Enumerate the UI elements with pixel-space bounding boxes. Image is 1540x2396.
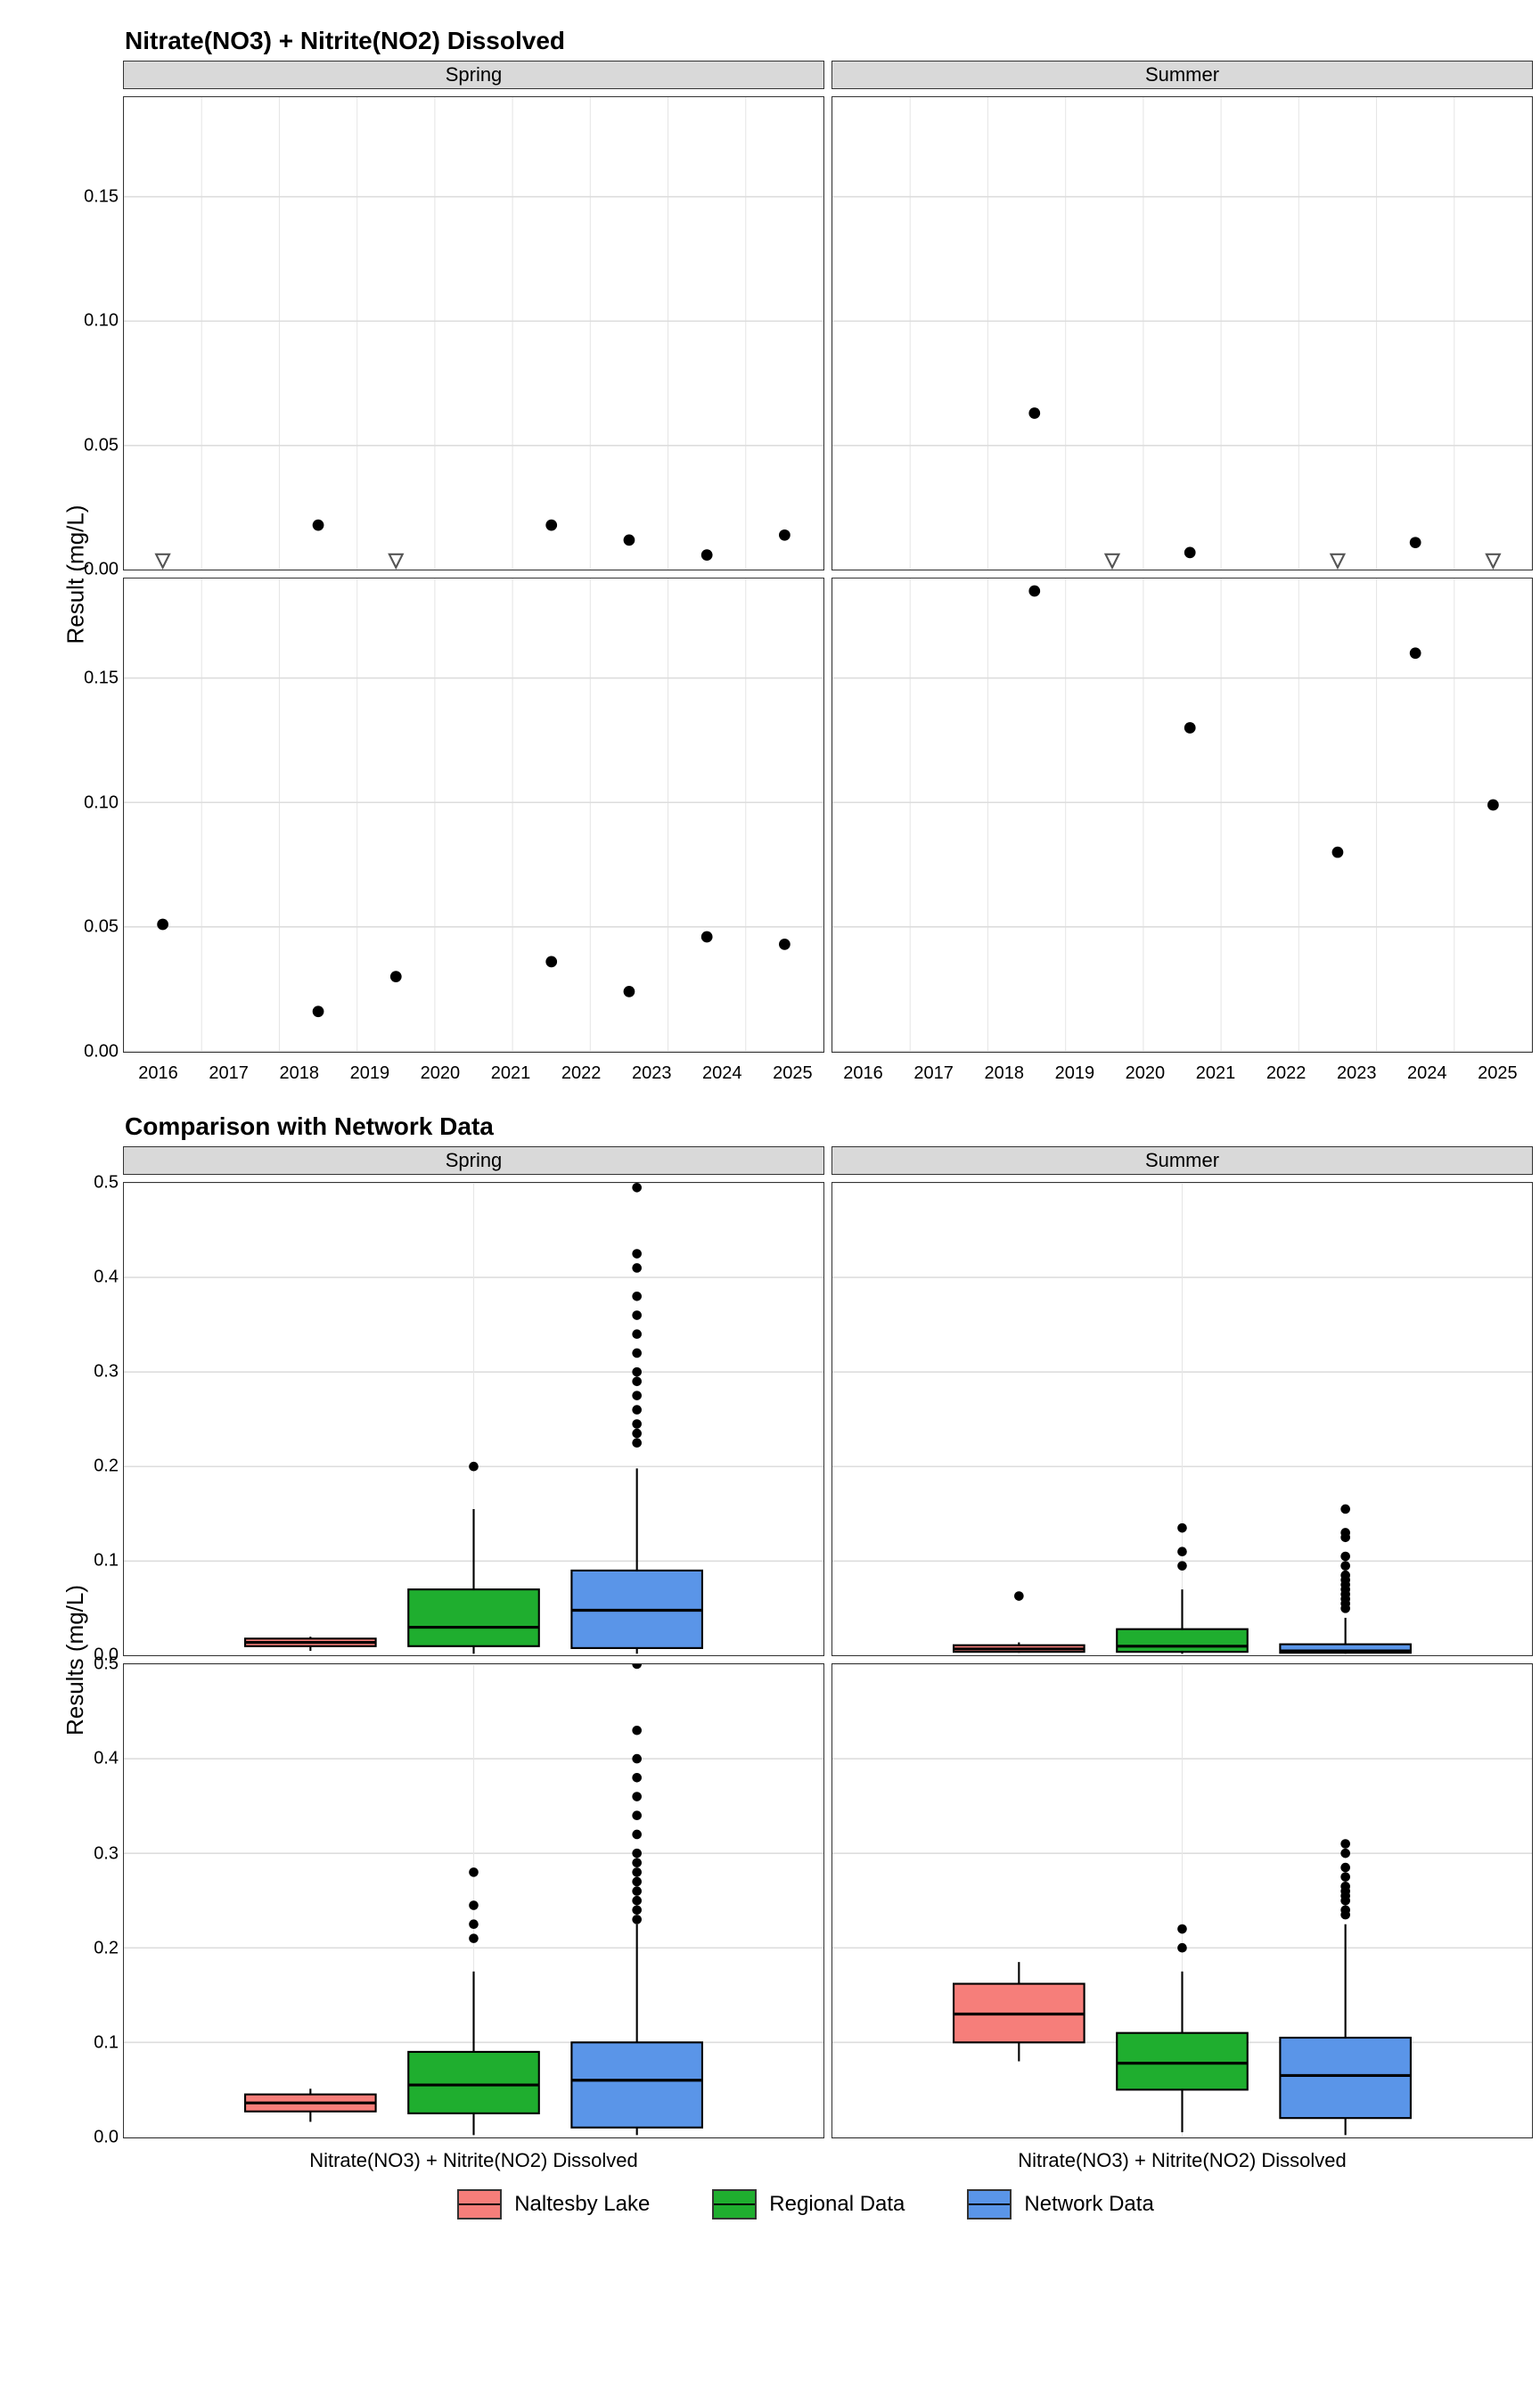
- bp-panel-spring-hypo: 0.00.10.20.30.40.5: [123, 1663, 824, 2138]
- legend-item-naltesby: Naltesby Lake: [457, 2189, 650, 2220]
- legend-item-network: Network Data: [967, 2189, 1153, 2220]
- legend-label-regional: Regional Data: [769, 2192, 905, 2217]
- panel-spring-hypo: 0.000.050.100.15: [123, 578, 824, 1052]
- scatter-grid: Result (mg/L) Spring Summer 0.000.050.10…: [36, 61, 1540, 1068]
- legend: Naltesby Lake Regional Data Network Data: [36, 2189, 1540, 2220]
- panel-spring-epi: 0.000.050.100.15: [123, 96, 824, 570]
- bp-facet-col-summer: Summer: [831, 1146, 1533, 1175]
- bp-facet-col-spring: Spring: [123, 1146, 824, 1175]
- legend-swatch-regional: [712, 2189, 757, 2220]
- legend-label-naltesby: Naltesby Lake: [514, 2192, 650, 2217]
- bp-panel-summer-epi: [831, 1182, 1533, 1656]
- boxplot-grid: Results (mg/L) Spring Summer 0.00.10.20.…: [36, 1146, 1540, 2154]
- legend-item-regional: Regional Data: [712, 2189, 905, 2220]
- legend-swatch-naltesby: [457, 2189, 502, 2220]
- boxplot-chart: Comparison with Network Data Results (mg…: [36, 1112, 1540, 2154]
- scatter-chart: Nitrate(NO3) + Nitrite(NO2) Dissolved Re…: [36, 27, 1540, 1068]
- panel-summer-hypo: [831, 578, 1533, 1052]
- facet-col-summer: Summer: [831, 61, 1533, 89]
- bp-panel-spring-epi: 0.00.10.20.30.40.5: [123, 1182, 824, 1656]
- facet-col-spring: Spring: [123, 61, 824, 89]
- scatter-x-ticks: 2016201720182019202020212022202320242025…: [123, 1060, 1533, 1095]
- bp-panel-summer-hypo: [831, 1663, 1533, 2138]
- scatter-title: Nitrate(NO3) + Nitrite(NO2) Dissolved: [125, 27, 1540, 55]
- legend-label-network: Network Data: [1024, 2192, 1153, 2217]
- bp-xcat-2: Nitrate(NO3) + Nitrite(NO2) Dissolved: [831, 2146, 1533, 2181]
- legend-swatch-network: [967, 2189, 1012, 2220]
- panel-summer-epi: [831, 96, 1533, 570]
- boxplot-title: Comparison with Network Data: [125, 1112, 1540, 1141]
- bp-xcat-1: Nitrate(NO3) + Nitrite(NO2) Dissolved: [123, 2146, 824, 2181]
